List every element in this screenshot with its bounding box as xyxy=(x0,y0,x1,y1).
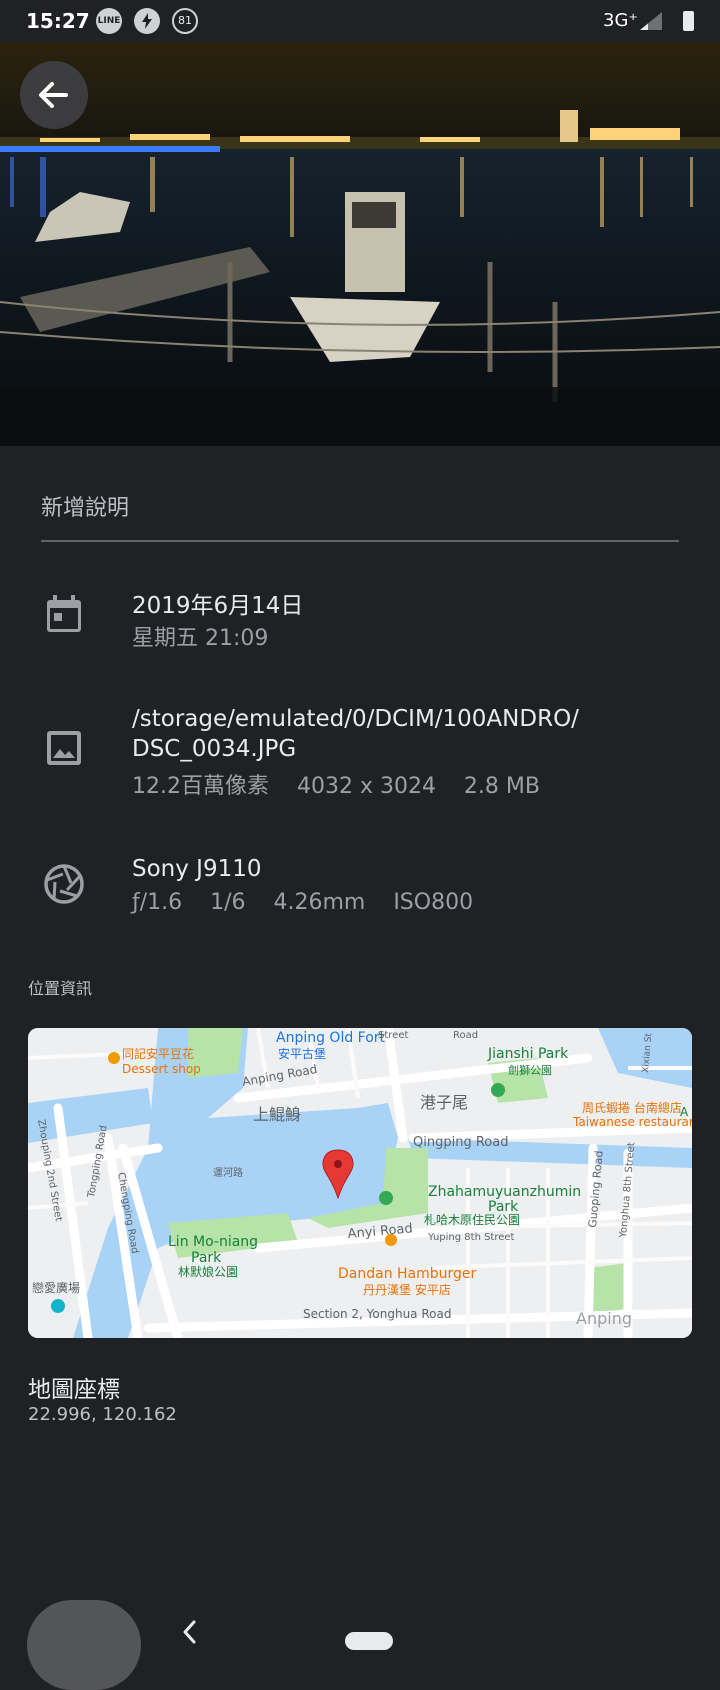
map-label-street: Street xyxy=(378,1030,408,1041)
status-bar: 15:27 LINE 81 3G⁺ xyxy=(0,0,720,42)
restaurant-marker-icon xyxy=(385,1234,397,1246)
map-label-dessert-zh: 同記安平豆花 xyxy=(122,1046,194,1061)
nav-home-pill[interactable] xyxy=(345,1632,393,1650)
aperture-icon xyxy=(44,864,84,904)
camera-detail-row: Sony J9110 ƒ/1.6 1/6 4.26mm ISO800 xyxy=(0,850,720,930)
map-label-yuping-8th: Yuping 8th Street xyxy=(427,1232,515,1243)
map-label-lianai: 戀愛廣場 xyxy=(32,1280,80,1295)
navigation-bar xyxy=(0,1590,720,1690)
map-graphic: Anping Old Fort 安平古堡 Street Road Anping … xyxy=(28,1028,692,1338)
status-time: 15:27 xyxy=(26,9,90,33)
map-label-road: Road xyxy=(453,1030,478,1041)
map-label-dandan-zh: 丹丹漢堡 安平店 xyxy=(363,1282,451,1297)
line-icon: LINE xyxy=(96,8,122,34)
harbor-night-photo xyxy=(0,42,720,446)
battery-level-indicator: 81 xyxy=(172,8,198,34)
file-info: 12.2百萬像素 4032 x 3024 2.8 MB xyxy=(132,774,540,799)
camera-settings: ƒ/1.6 1/6 4.26mm ISO800 xyxy=(132,890,474,915)
attraction-marker-icon xyxy=(51,1299,65,1313)
map-label-anping-old-fort: Anping Old Fort xyxy=(276,1030,386,1046)
coordinates-value: 22.996, 120.162 xyxy=(28,1404,177,1425)
coordinates-title: 地圖座標 xyxy=(28,1377,120,1403)
map-label-restaurant-zh: 周氏蝦捲 台南總店 xyxy=(582,1100,682,1115)
park-marker-icon xyxy=(491,1083,505,1097)
map-label-shangkunshen: 上鯤鯓 xyxy=(253,1105,301,1124)
camera-model: Sony J9110 xyxy=(132,856,262,882)
signal-icon xyxy=(640,12,662,30)
map-label-restaurant: Taiwanese restaurant xyxy=(572,1115,692,1129)
map-label-jianshi-park-zh: 劍獅公園 xyxy=(508,1063,552,1077)
photo-preview[interactable] xyxy=(0,42,720,446)
location-section-label: 位置資訊 xyxy=(28,979,93,998)
map-label-lin-moniang-2: Park xyxy=(191,1250,222,1266)
caption-field[interactable]: 新增說明 xyxy=(41,486,679,542)
back-button[interactable] xyxy=(20,61,88,129)
file-path-line1: /storage/emulated/0/DCIM/100ANDRO/ xyxy=(132,706,579,732)
nav-back-icon[interactable] xyxy=(176,1616,204,1648)
map-label-a-edge: A xyxy=(680,1105,689,1119)
location-map[interactable]: Anping Old Fort 安平古堡 Street Road Anping … xyxy=(28,1028,692,1338)
map-label-zhaha-zh: 札哈木原住民公園 xyxy=(424,1213,520,1227)
caption-placeholder: 新增說明 xyxy=(41,496,130,521)
park-marker-icon xyxy=(379,1191,393,1205)
network-type: 3G⁺ xyxy=(603,10,638,31)
map-label-anping-old-fort-zh: 安平古堡 xyxy=(278,1046,326,1061)
calendar-icon xyxy=(47,595,81,632)
flash-icon xyxy=(134,8,160,34)
map-label-yonghua-road: Section 2, Yonghua Road xyxy=(303,1307,451,1321)
map-label-zhaha-1: Zhahamuyuanzhumin xyxy=(428,1184,581,1200)
nav-overlay-bubble[interactable] xyxy=(27,1600,141,1690)
map-label-lin-moniang-1: Lin Mo-niang xyxy=(168,1234,258,1250)
restaurant-marker-icon xyxy=(108,1052,120,1064)
date-detail-row: 2019年6月14日 星期五 21:09 xyxy=(0,580,720,660)
map-label-qingping-road: Qingping Road xyxy=(413,1135,508,1150)
battery-icon xyxy=(683,11,694,31)
map-label-dessert: Dessert shop xyxy=(122,1062,201,1076)
map-label-dandan: Dandan Hamburger xyxy=(338,1266,477,1282)
map-label-anping: Anping xyxy=(576,1309,632,1328)
image-icon xyxy=(47,731,81,765)
map-label-yunhe-road: 運河路 xyxy=(213,1166,243,1179)
date-subtitle: 星期五 21:09 xyxy=(132,626,269,651)
arrow-back-icon xyxy=(39,82,68,108)
map-label-lin-moniang-zh: 林默娘公園 xyxy=(178,1264,238,1279)
file-path-line2: DSC_0034.JPG xyxy=(132,736,297,762)
map-label-gangziwei: 港子尾 xyxy=(420,1093,468,1112)
date-title: 2019年6月14日 xyxy=(132,593,304,619)
file-detail-row: /storage/emulated/0/DCIM/100ANDRO/ DSC_0… xyxy=(0,700,720,810)
map-label-jianshi-park: Jianshi Park xyxy=(487,1046,569,1062)
